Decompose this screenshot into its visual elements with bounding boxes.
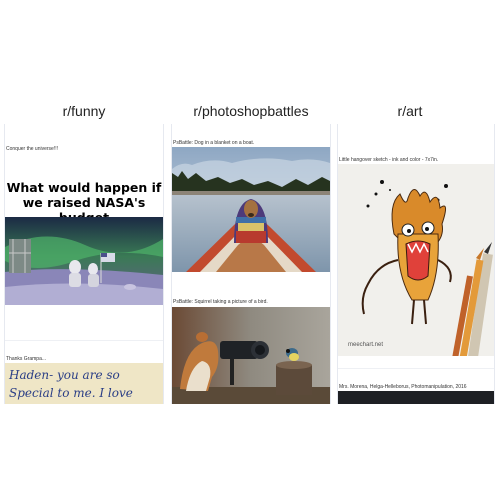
post-caption[interactable]: Thanks Grampa... xyxy=(6,356,46,362)
post-caption[interactable]: PsBattle: Dog in a blanket on a boat. xyxy=(173,140,254,146)
column-funny: Conquer the universe!!! What would happe… xyxy=(4,124,164,404)
post-card[interactable]: Conquer the universe!!! What would happe… xyxy=(5,124,163,356)
handwritten-line: Haden- you are so xyxy=(9,368,120,382)
squirrel-camera-image xyxy=(172,307,330,404)
post-image[interactable] xyxy=(5,217,163,305)
column-photoshopbattles: PsBattle: Dog in a blanket on a boat. Ps… xyxy=(171,124,331,404)
post-card[interactable]: Thanks Grampa... Haden- you are so Speci… xyxy=(5,350,163,404)
column-title-funny[interactable]: r/funny xyxy=(4,103,164,119)
post-card[interactable]: Mrs. Morena, Helga-Helleborus, Photomani… xyxy=(338,376,494,404)
post-image[interactable] xyxy=(172,147,330,272)
post-caption[interactable]: Mrs. Morena, Helga-Helleborus, Photomani… xyxy=(339,384,467,390)
post-card[interactable]: Little hangover sketch - ink and color -… xyxy=(338,124,494,370)
post-image[interactable] xyxy=(338,391,494,404)
watermark-text: meechart.net xyxy=(348,342,384,348)
column-title-art[interactable]: r/art xyxy=(330,103,490,119)
monster-sketch-image xyxy=(361,180,493,356)
dog-boat-image xyxy=(172,147,330,272)
post-caption[interactable]: Conquer the universe!!! xyxy=(6,146,58,152)
post-image[interactable]: Haden- you are so Special to me. I love xyxy=(5,363,163,404)
post-divider xyxy=(338,368,494,369)
post-card[interactable]: PsBattle: Dog in a blanket on a boat. xyxy=(172,124,330,276)
column-title-photoshopbattles[interactable]: r/photoshopbattles xyxy=(171,103,331,119)
handwritten-line: Special to me. I love xyxy=(9,386,133,400)
post-image[interactable] xyxy=(172,307,330,404)
post-caption[interactable]: Little hangover sketch - ink and color -… xyxy=(339,157,438,163)
post-image[interactable]: meechart.net xyxy=(338,164,494,356)
astronaut-image xyxy=(5,217,163,305)
post-card[interactable]: PsBattle: Squirrel taking a picture of a… xyxy=(172,290,330,404)
column-art: Little hangover sketch - ink and color -… xyxy=(337,124,495,404)
post-divider xyxy=(5,340,163,341)
post-caption[interactable]: PsBattle: Squirrel taking a picture of a… xyxy=(173,299,268,305)
